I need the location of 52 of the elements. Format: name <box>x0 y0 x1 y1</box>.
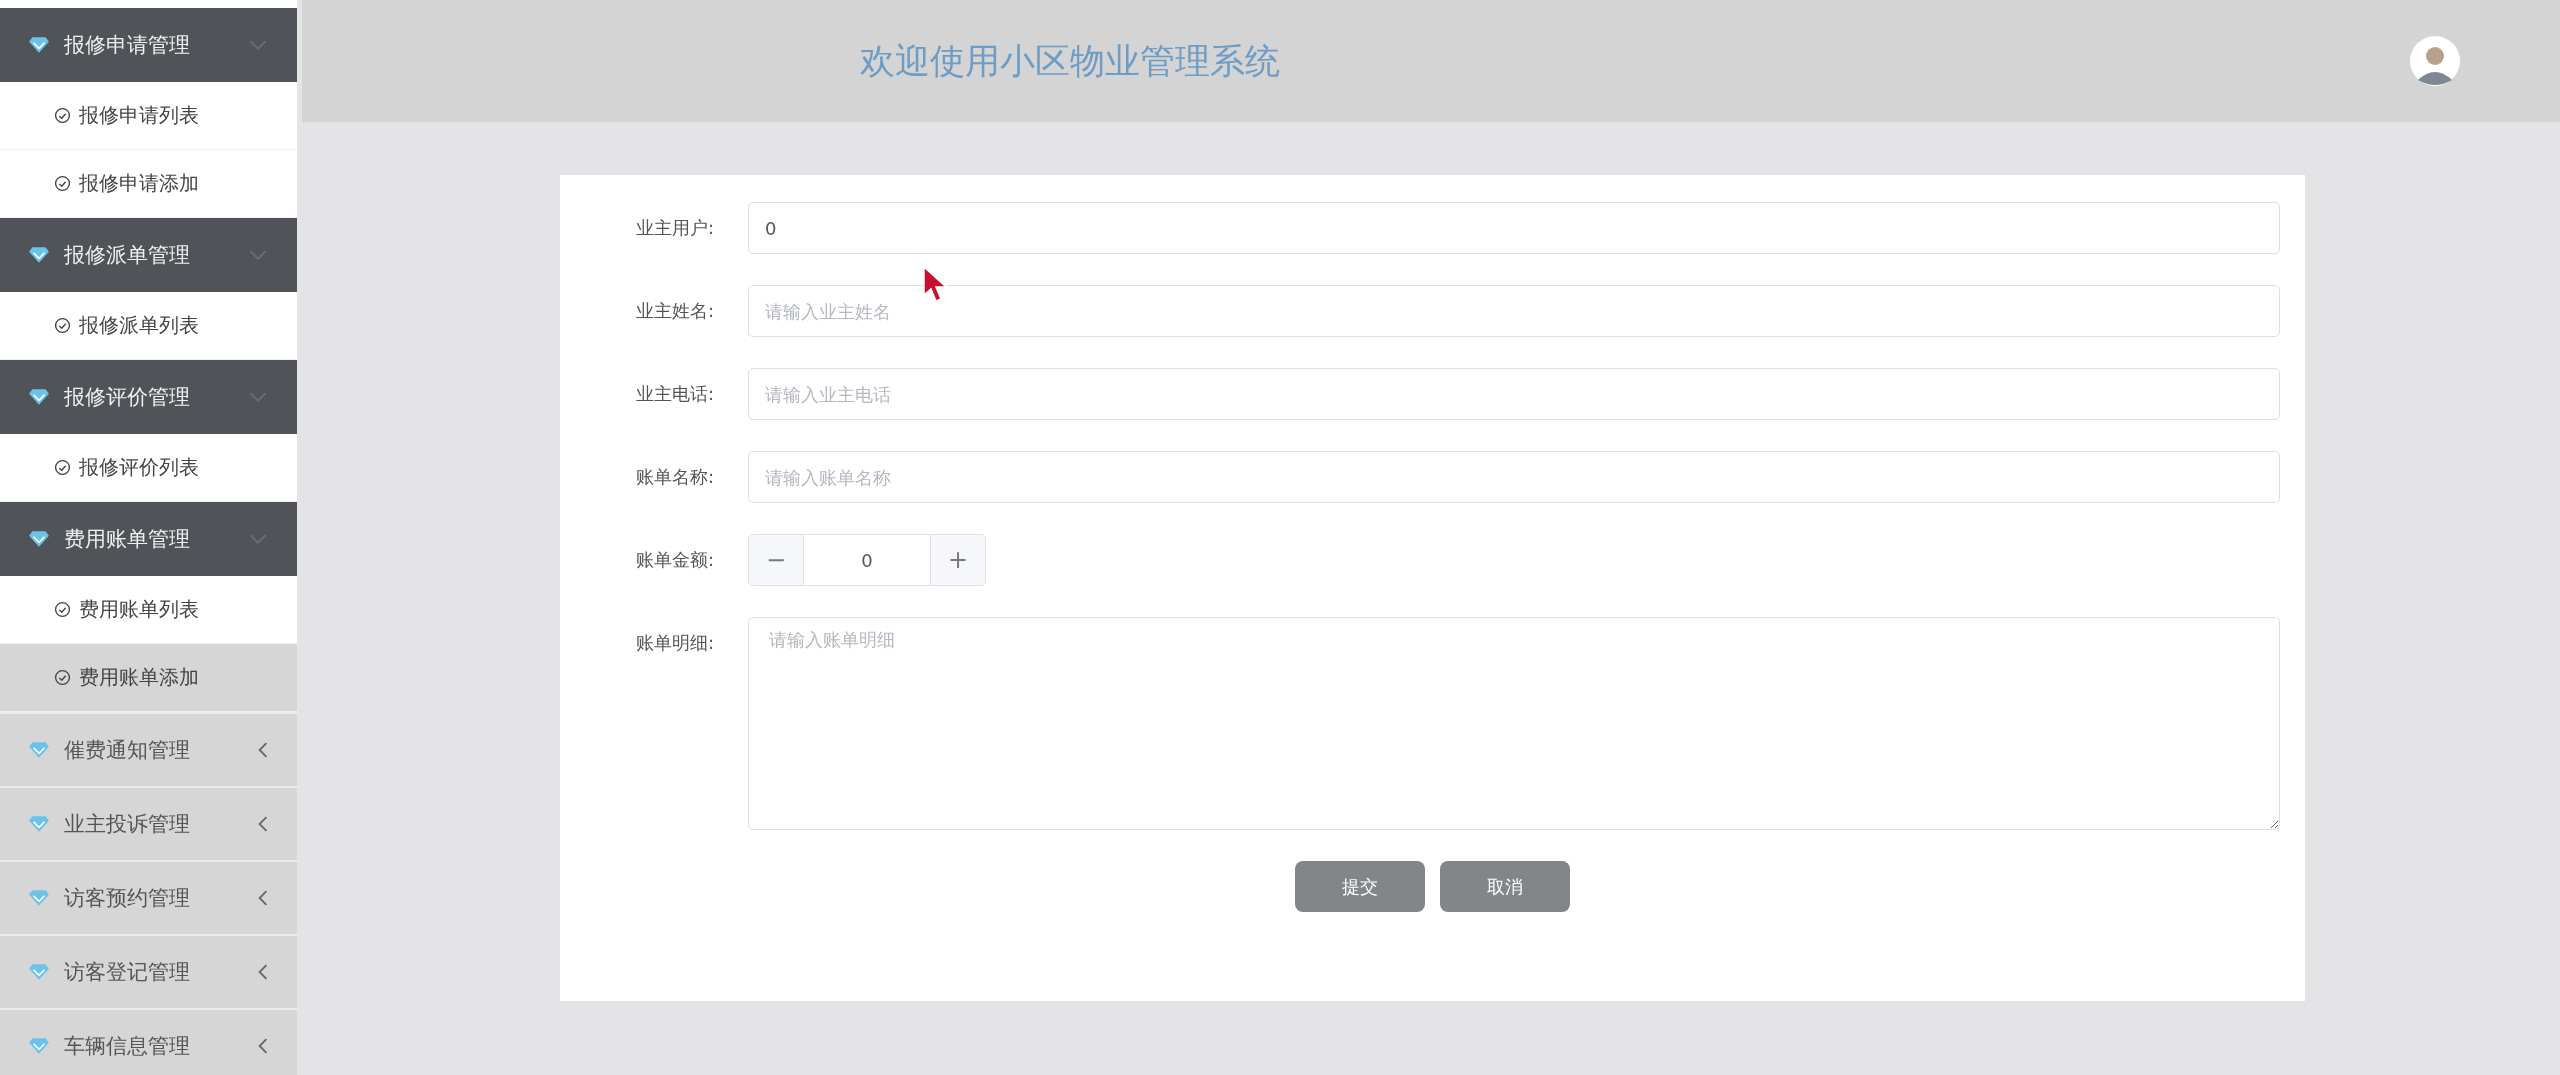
chevron-left-icon <box>258 742 268 758</box>
text-area[interactable]: 请输入账单明细 <box>748 617 2280 830</box>
menu-group[interactable]: 催费通知管理 <box>0 712 297 786</box>
chevron-left-icon <box>258 964 268 980</box>
check-circle-icon <box>54 107 71 124</box>
menu-group[interactable]: 费用账单管理 <box>0 502 297 576</box>
chevron-down-icon <box>248 392 268 402</box>
menu-group[interactable]: 车辆信息管理 <box>0 1008 297 1075</box>
check-circle-icon <box>54 459 71 476</box>
diamond-icon <box>28 530 50 548</box>
diamond-icon <box>28 36 50 54</box>
diamond-icon <box>28 741 50 759</box>
input-field[interactable]: 请输入账单名称 <box>748 451 2280 503</box>
check-circle-icon <box>54 175 71 192</box>
diamond-icon <box>28 889 50 907</box>
number-input[interactable]: − 0 + <box>748 534 986 586</box>
menu-item[interactable]: 费用账单添加 <box>0 644 297 712</box>
diamond-icon <box>28 1037 50 1055</box>
diamond-icon <box>28 963 50 981</box>
field-label: 业主电话: <box>634 382 715 406</box>
menu-group[interactable]: 访客预约管理 <box>0 860 297 934</box>
chevron-left-icon <box>258 890 268 906</box>
field-label: 业主姓名: <box>634 299 715 323</box>
diamond-icon <box>28 388 50 406</box>
form-button[interactable]: 取消 <box>1440 861 1570 912</box>
field-label: 账单明细: <box>634 631 715 655</box>
check-circle-icon <box>54 669 71 686</box>
decrement-button[interactable]: − <box>749 535 803 585</box>
field-label: 账单名称: <box>634 465 715 489</box>
chevron-left-icon <box>258 1038 268 1054</box>
check-circle-icon <box>54 601 71 618</box>
menu-group[interactable]: 业主投诉管理 <box>0 786 297 860</box>
menu-group[interactable]: 访客登记管理 <box>0 934 297 1008</box>
chevron-down-icon <box>248 40 268 50</box>
menu-group[interactable]: 报修申请管理 <box>0 8 297 82</box>
diamond-icon <box>28 815 50 833</box>
check-circle-icon <box>54 317 71 334</box>
chevron-left-icon <box>258 816 268 832</box>
field-label: 业主用户: <box>634 216 715 240</box>
input-field[interactable]: 请输入业主电话 <box>748 368 2280 420</box>
input-field[interactable]: 0 <box>748 202 2280 254</box>
input-field[interactable]: 请输入业主姓名 <box>748 285 2280 337</box>
page-title: 欢迎使用小区物业管理系统 <box>860 39 1281 83</box>
diamond-icon <box>28 246 50 264</box>
chevron-down-icon <box>248 250 268 260</box>
field-label: 账单金额: <box>634 548 715 572</box>
avatar-icon[interactable] <box>2410 36 2460 86</box>
menu-group[interactable]: 报修派单管理 <box>0 218 297 292</box>
chevron-down-icon <box>248 534 268 544</box>
increment-button[interactable]: + <box>931 535 985 585</box>
form-button[interactable]: 提交 <box>1295 861 1425 912</box>
menu-group[interactable]: 报修评价管理 <box>0 360 297 434</box>
